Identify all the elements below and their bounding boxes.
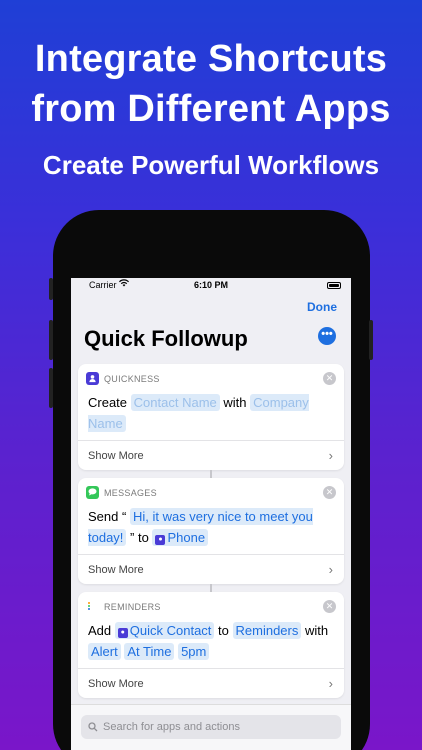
show-more-button[interactable]: Show More › [78, 440, 344, 470]
show-more-label: Show More [88, 564, 144, 576]
quickness-mini-icon: ● [117, 628, 128, 638]
promo-headline: Integrate Shortcuts from Different Apps [0, 34, 422, 134]
quickness-mini-icon: ● [155, 535, 166, 545]
action-sentence: Send “ Hi, it was very nice to meet you … [78, 506, 344, 554]
contact-name-token[interactable]: Contact Name [130, 394, 220, 411]
status-bar: Carrier 6:10 PM [71, 278, 351, 294]
alert-token[interactable]: Alert [88, 643, 121, 660]
phone-power-button [369, 320, 373, 360]
messages-app-icon [86, 486, 99, 499]
connector-word: with [223, 395, 247, 410]
chevron-right-icon: › [328, 562, 333, 577]
show-more-label: Show More [88, 678, 144, 690]
card-header: REMINDERS ✕ [78, 592, 344, 620]
quick-contact-token[interactable]: ● Quick Contact [114, 622, 215, 639]
connector-word: with [305, 623, 329, 638]
search-icon [88, 715, 98, 741]
close-quote-to: ” to [130, 530, 149, 545]
action-card-messages: MESSAGES ✕ Send “ Hi, it was very nice t… [78, 478, 344, 584]
phone-volume-up [49, 320, 53, 360]
action-sentence: Create Contact Name with Company Name [78, 392, 344, 440]
quickness-app-icon [86, 372, 99, 385]
search-input[interactable]: Search for apps and actions [81, 715, 341, 739]
show-more-button[interactable]: Show More › [78, 554, 344, 584]
reminders-list-token[interactable]: Reminders [232, 622, 302, 639]
chevron-right-icon: › [328, 676, 333, 691]
card-header: QUICKNESS ✕ [78, 364, 344, 392]
phone-side-button [49, 278, 53, 300]
phone-token-label: Phone [167, 530, 206, 545]
more-options-icon[interactable]: ••• [318, 327, 336, 345]
app-name-label: MESSAGES [104, 488, 157, 498]
chevron-right-icon: › [328, 448, 333, 463]
phone-token[interactable]: ● Phone [152, 529, 209, 546]
card-header: MESSAGES ✕ [78, 478, 344, 506]
action-verb: Add [88, 623, 112, 638]
headline-line-2: from Different Apps [31, 88, 391, 130]
time-value-token[interactable]: 5pm [178, 643, 210, 660]
reminders-app-icon [86, 600, 99, 613]
open-quote: “ [122, 509, 127, 524]
done-button[interactable]: Done [307, 300, 337, 314]
remove-action-icon[interactable]: ✕ [323, 372, 336, 385]
action-verb: Create [88, 395, 128, 410]
action-connector-line [210, 470, 212, 478]
action-card-reminders: REMINDERS ✕ Add ● Quick Contact to Remind… [78, 592, 344, 698]
status-time: 6:10 PM [193, 280, 228, 290]
phone-screen: Carrier 6:10 PM Done Quick Followup ••• … [71, 278, 351, 750]
app-name-label: QUICKNESS [104, 374, 160, 384]
promo-subheadline: Create Powerful Workflows [42, 150, 380, 180]
phone-volume-down [49, 368, 53, 408]
shortcut-title: Quick Followup [84, 326, 248, 351]
remove-action-icon[interactable]: ✕ [323, 600, 336, 613]
headline-line-1: Integrate Shortcuts [34, 38, 388, 80]
quick-contact-label: Quick Contact [129, 623, 212, 638]
show-more-label: Show More [88, 450, 144, 462]
action-connector-line [210, 584, 212, 592]
connector-word: to [218, 623, 229, 638]
at-time-token[interactable]: At Time [124, 643, 175, 660]
action-card-quickness: QUICKNESS ✕ Create Contact Name with Com… [78, 364, 344, 470]
search-placeholder: Search for apps and actions [103, 721, 240, 733]
app-name-label: REMINDERS [104, 602, 161, 612]
battery-icon [327, 282, 341, 289]
show-more-button[interactable]: Show More › [78, 668, 344, 698]
remove-action-icon[interactable]: ✕ [323, 486, 336, 499]
action-verb: Send [88, 509, 119, 524]
action-sentence: Add ● Quick Contact to Reminders with Ale… [78, 620, 344, 668]
action-search-panel: Search for apps and actions [71, 704, 351, 750]
